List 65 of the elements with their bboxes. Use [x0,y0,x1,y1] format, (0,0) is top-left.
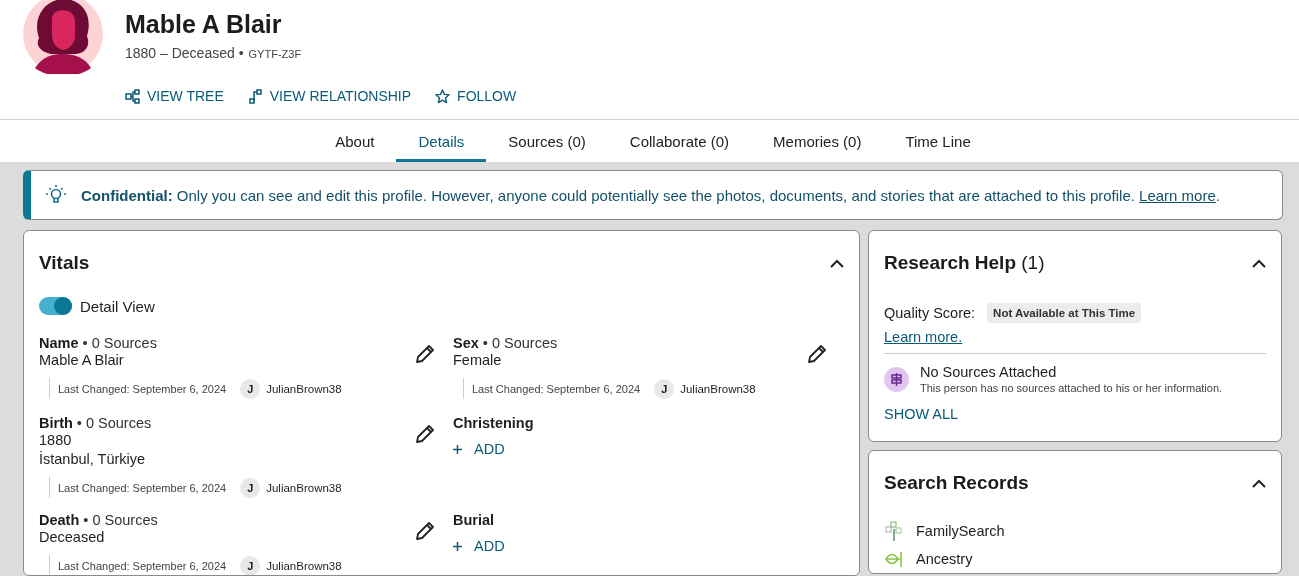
plus-icon [453,444,462,454]
last-changed-text: Last Changed: September 6, 2024 [58,559,227,572]
record-source-link[interactable]: Ancestry [884,549,1266,569]
last-changed-text: Last Changed: September 6, 2024 [58,481,227,494]
signpost-icon [884,366,909,392]
show-all-link[interactable]: SHOW ALL [884,406,959,422]
user-avatar: J [240,477,261,498]
fact-heading: Death • 0 Sources [39,512,158,528]
last-changed-text: Last Changed: September 6, 2024 [58,382,227,395]
person-id: GYTF-Z3F [248,48,302,60]
learn-more-link[interactable]: Learn more. [884,329,963,345]
pencil-icon [415,424,435,444]
last-changed-text: Last Changed: September 6, 2024 [472,382,641,395]
follow-link[interactable]: FOLLOW [435,88,517,104]
leaf-icon [884,549,904,569]
person-name: Mable A Blair [125,10,283,39]
fact-heading: Christening [453,415,534,431]
quality-score-label: Quality Score: [884,305,976,321]
relationship-link[interactable]: VIEW RELATIONSHIP [247,88,412,104]
user-avatar: J [240,555,261,575]
toggle-switch[interactable] [39,297,72,315]
fact-value: Mable A Blair [39,351,124,370]
card-title: Search Records [884,472,1029,494]
tab[interactable]: Memories (0) [751,123,884,162]
confidential-notice: Confidential: Only you can see and edit this profile. However, anyone could potentially see the photos, documents, and stories that are attached to this profile. Learn more. [81,186,1220,204]
toggle-label: Detail View [80,297,155,315]
tree-icon [125,88,140,104]
fact-value: Female [453,351,502,370]
contributor-name: JulianBrown38 [266,559,342,572]
fact-heading: Burial [453,512,495,528]
record-source-link[interactable]: FamilySearch [884,521,1266,541]
plus-icon [453,541,462,551]
add-link[interactable]: ADD [453,441,833,457]
add-link[interactable]: ADD [453,538,833,554]
contributor-name: JulianBrown38 [266,481,342,494]
fact-value: 1880 [39,431,72,450]
contributor-name: JulianBrown38 [680,382,756,395]
contributor-name: JulianBrown38 [266,382,342,395]
research-item-title: No Sources Attached [920,364,1058,380]
card-title: Research Help (1) [884,252,1045,274]
learn-more-link[interactable]: Learn more [1139,186,1216,204]
card-title: Vitals [39,252,90,274]
status-badge: Not Available at This Time [987,303,1142,323]
fact-value: Deceased [39,528,105,547]
research-item-description: This person has no sources attached to his or her information. [920,382,1223,394]
person-lifespan: 1880 – Deceased • [125,45,244,61]
tab[interactable]: About [313,123,397,162]
pencil-icon [415,521,435,541]
fact-heading: Birth • 0 Sources [39,415,152,431]
tab[interactable]: Time Line [883,123,993,162]
fact-heading: Sex • 0 Sources [453,335,558,351]
star-icon [435,88,451,104]
fact-heading: Name • 0 Sources [39,335,157,351]
tab[interactable]: Collaborate (0) [607,123,752,162]
relationship-icon [247,88,263,104]
tree-link[interactable]: VIEW TREE [125,88,224,104]
tab[interactable]: Details [396,123,487,162]
tree-icon [884,521,904,541]
pencil-icon [807,344,827,364]
user-avatar: J [654,378,675,399]
user-avatar: J [240,378,261,399]
fact-value: İstanbul, Türkiye [39,450,146,469]
pencil-icon [415,344,435,364]
tab[interactable]: Sources (0) [486,123,608,162]
lightbulb-icon [45,184,67,206]
